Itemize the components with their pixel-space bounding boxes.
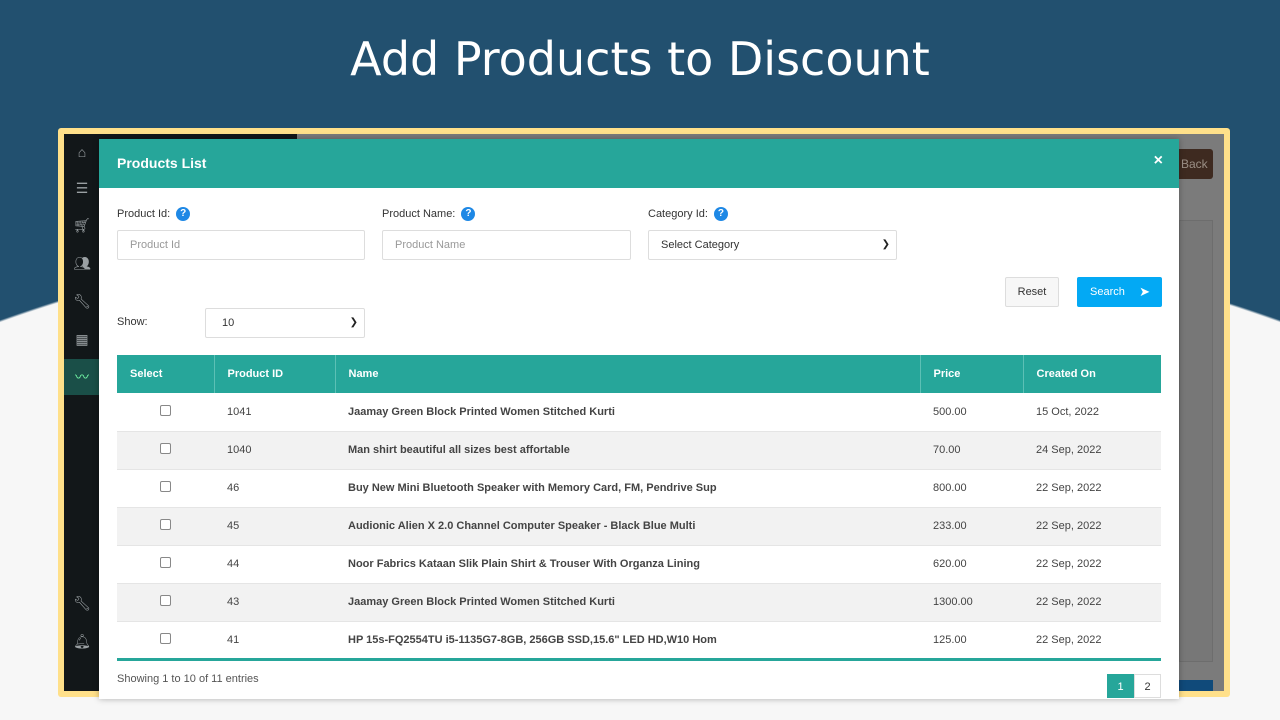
modal-header: Products List ×	[99, 139, 1179, 188]
grid-icon[interactable]: ▦	[64, 321, 100, 357]
close-icon[interactable]: ×	[1154, 152, 1163, 170]
product-name-label-text: Product Name:	[382, 208, 456, 220]
modal-title: Products List	[117, 155, 207, 171]
product-id-cell: 45	[214, 507, 335, 546]
select-cell	[117, 393, 214, 432]
help-icon[interactable]: ?	[713, 207, 728, 221]
product-id-cell: 1041	[214, 393, 335, 432]
row-checkbox[interactable]	[160, 443, 171, 454]
product-id-cell: 41	[214, 621, 335, 661]
select-cell	[117, 469, 214, 508]
created-on-cell: 22 Sep, 2022	[1023, 583, 1161, 622]
home-icon[interactable]: ⌂	[64, 134, 100, 170]
sidebar: ⌂ ☰ 🛒︎ 👥︎ 🔧︎ ▦ 〰 🔧︎ 🔔︎	[64, 134, 100, 691]
product-id-cell: 46	[214, 469, 335, 508]
price-cell: 620.00	[920, 545, 1023, 584]
show-entries-value: 10	[222, 317, 235, 329]
background-button	[1179, 680, 1213, 691]
price-cell: 800.00	[920, 469, 1023, 508]
created-on-cell: 22 Sep, 2022	[1023, 545, 1161, 584]
table-row: 41 HP 15s-FQ2554TU i5-1135G7-8GB, 256GB …	[117, 621, 1161, 661]
select-cell	[117, 621, 214, 661]
select-cell	[117, 583, 214, 622]
show-entries-select[interactable]: 10 ❯	[205, 308, 365, 338]
product-name-input[interactable]: Product Name	[382, 230, 631, 260]
table-row: 46 Buy New Mini Bluetooth Speaker with M…	[117, 469, 1161, 508]
price-cell: 125.00	[920, 621, 1023, 661]
product-name-cell: HP 15s-FQ2554TU i5-1135G7-8GB, 256GB SSD…	[335, 621, 920, 661]
help-icon[interactable]: ?	[461, 207, 476, 221]
entries-info: Showing 1 to 10 of 11 entries	[117, 673, 259, 685]
chevron-down-icon: ❯	[881, 239, 890, 250]
table-row: 44 Noor Fabrics Kataan Slik Plain Shirt …	[117, 545, 1161, 584]
row-checkbox[interactable]	[160, 481, 171, 492]
product-name-cell: Noor Fabrics Kataan Slik Plain Shirt & T…	[335, 545, 920, 584]
table-row: 1040 Man shirt beautiful all sizes best …	[117, 431, 1161, 470]
column-header-created-on[interactable]: Created On	[1023, 355, 1161, 393]
product-name-cell: Jaamay Green Block Printed Women Stitche…	[335, 393, 920, 432]
search-button-label: Search	[1090, 286, 1125, 298]
price-cell: 500.00	[920, 393, 1023, 432]
page-1-button[interactable]: 1	[1107, 674, 1134, 698]
send-icon: ➤	[1139, 284, 1150, 299]
table-row: 45 Audionic Alien X 2.0 Channel Computer…	[117, 507, 1161, 546]
product-name-cell: Man shirt beautiful all sizes best affor…	[335, 431, 920, 470]
table-row: 43 Jaamay Green Block Printed Women Stit…	[117, 583, 1161, 622]
help-icon[interactable]: ?	[176, 207, 191, 221]
row-checkbox[interactable]	[160, 632, 171, 644]
created-on-cell: 22 Sep, 2022	[1023, 469, 1161, 508]
created-on-cell: 22 Sep, 2022	[1023, 507, 1161, 546]
product-id-label: Product Id:?	[117, 207, 191, 221]
page-2-button[interactable]: 2	[1134, 674, 1161, 698]
search-button[interactable]: Search ➤	[1077, 277, 1162, 307]
row-checkbox[interactable]	[160, 519, 171, 530]
background-panel	[1179, 220, 1213, 662]
product-name-cell: Buy New Mini Bluetooth Speaker with Memo…	[335, 469, 920, 508]
product-id-cell: 43	[214, 583, 335, 622]
product-id-input[interactable]: Product Id	[117, 230, 365, 260]
column-header-select[interactable]: Select	[117, 355, 215, 393]
product-name-cell: Jaamay Green Block Printed Women Stitche…	[335, 583, 920, 622]
category-id-label: Category Id:?	[648, 207, 728, 221]
created-on-cell: 22 Sep, 2022	[1023, 621, 1161, 661]
select-cell	[117, 507, 214, 546]
row-checkbox[interactable]	[160, 404, 171, 416]
price-cell: 70.00	[920, 431, 1023, 470]
created-on-cell: 15 Oct, 2022	[1023, 393, 1161, 432]
product-name-label: Product Name:?	[382, 207, 476, 221]
product-id-cell: 44	[214, 545, 335, 584]
chart-icon[interactable]: 〰	[64, 359, 100, 395]
bell-icon[interactable]: 🔔︎	[64, 623, 100, 659]
category-select-value: Select Category	[661, 239, 740, 251]
column-header-price[interactable]: Price	[920, 355, 1024, 393]
wrench-icon[interactable]: 🔧︎	[64, 585, 100, 621]
price-cell: 1300.00	[920, 583, 1023, 622]
products-list-modal: Products List × Product Id:? Product Id …	[99, 139, 1179, 699]
wrench-icon[interactable]: 🔧︎	[64, 283, 100, 319]
column-header-product-id[interactable]: Product ID	[214, 355, 336, 393]
reset-button[interactable]: Reset	[1005, 277, 1059, 307]
slide-title: Add Products to Discount	[350, 32, 930, 86]
category-select[interactable]: Select Category ❯	[648, 230, 897, 260]
show-label: Show:	[117, 316, 148, 328]
product-name-cell: Audionic Alien X 2.0 Channel Computer Sp…	[335, 507, 920, 546]
chevron-down-icon: ❯	[349, 317, 358, 328]
price-cell: 233.00	[920, 507, 1023, 546]
row-checkbox[interactable]	[160, 557, 171, 568]
select-cell	[117, 545, 214, 584]
table-row: 1041 Jaamay Green Block Printed Women St…	[117, 393, 1161, 432]
list-icon[interactable]: ☰	[64, 170, 100, 206]
select-cell	[117, 431, 214, 470]
created-on-cell: 24 Sep, 2022	[1023, 431, 1161, 470]
product-id-label-text: Product Id:	[117, 208, 171, 220]
product-id-cell: 1040	[214, 431, 335, 470]
products-table: Select Product ID Name Price Created On …	[117, 355, 1161, 661]
column-header-name[interactable]: Name	[335, 355, 921, 393]
cart-icon[interactable]: 🛒︎	[64, 207, 100, 243]
row-checkbox[interactable]	[160, 595, 171, 606]
users-icon[interactable]: 👥︎	[64, 245, 100, 281]
category-id-label-text: Category Id:	[648, 208, 708, 220]
